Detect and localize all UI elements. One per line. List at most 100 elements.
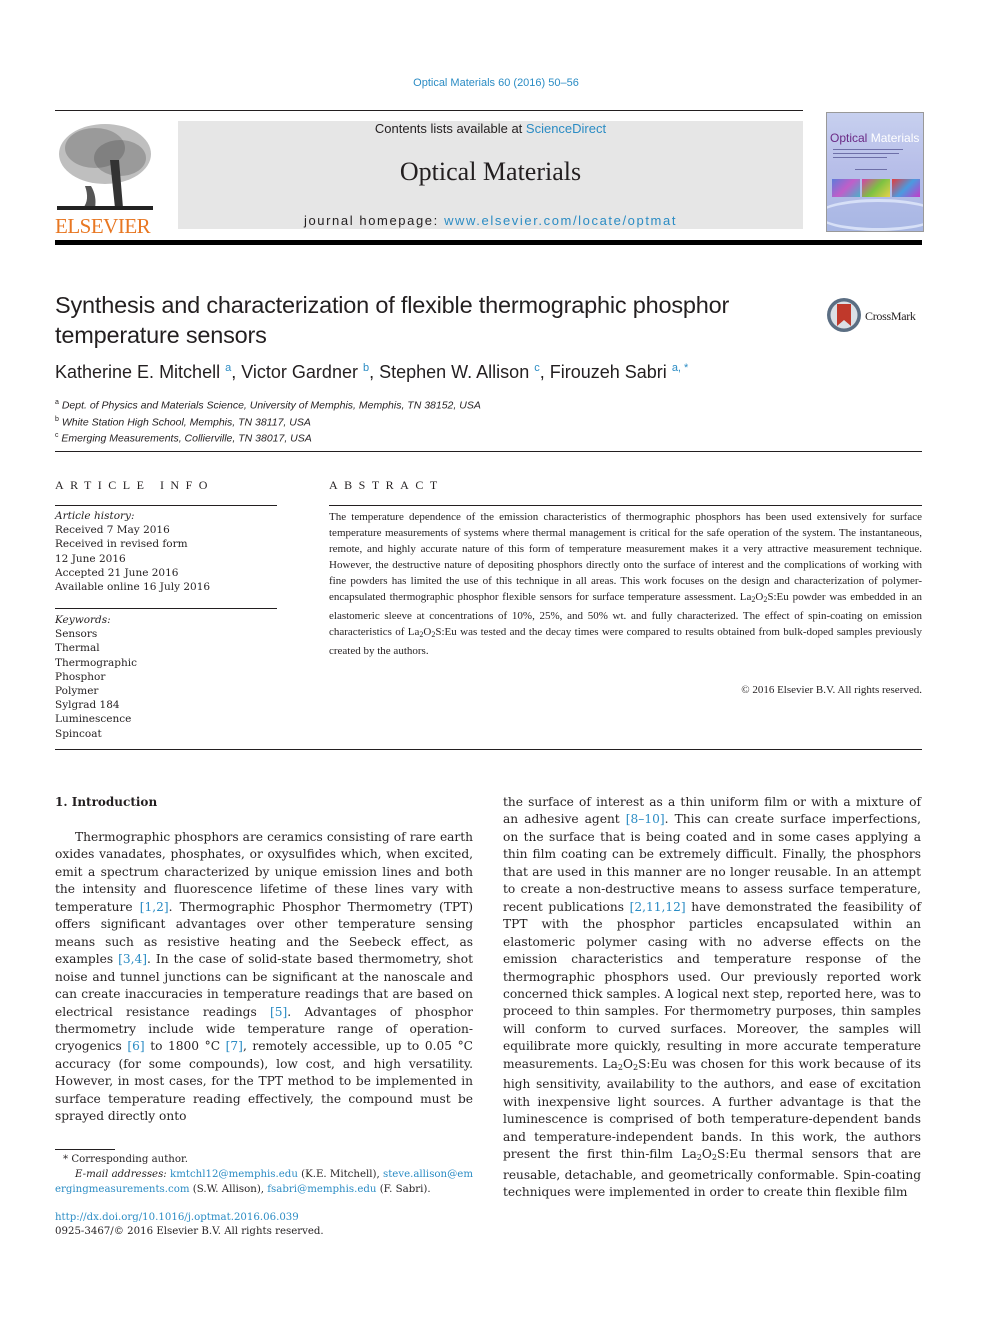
crossmark-button[interactable]: CrossMark: [825, 296, 925, 336]
section-rule: [55, 451, 922, 452]
author-name[interactable]: Victor Gardner: [241, 362, 358, 382]
body-text: was chosen for this work because of its …: [503, 1056, 921, 1162]
journal-masthead: Contents lists available at ScienceDirec…: [178, 121, 803, 229]
affiliation-mark: a: [55, 399, 59, 406]
chemical-formula: La2O2S:Eu: [681, 1147, 747, 1163]
citation-link[interactable]: [6]: [127, 1039, 144, 1053]
header-thick-rule: [55, 240, 922, 245]
author-separator: ,: [369, 362, 380, 382]
author-separator: ,: [539, 362, 550, 382]
author-separator: ,: [231, 362, 242, 382]
cover-text-line: [855, 169, 887, 170]
journal-cover-image[interactable]: Optical Materials: [826, 112, 924, 232]
body-column-left: Thermographic phosphors are ceramics con…: [55, 829, 473, 1126]
citation-link[interactable]: [7]: [226, 1039, 243, 1053]
journal-title: Optical Materials: [399, 157, 582, 186]
affiliation-text: Emerging Measurements, Collierville, TN …: [61, 432, 312, 445]
cover-title-word-1: Optical: [830, 131, 868, 145]
citation-link[interactable]: [5]: [270, 1005, 287, 1019]
formula-part: La: [681, 1147, 697, 1162]
author-list: Katherine E. Mitchell a, Victor Gardner …: [55, 362, 688, 383]
author-name[interactable]: Stephen W. Allison: [379, 362, 529, 382]
formula-part: La: [739, 591, 752, 603]
abstract-heading: ABSTRACT: [329, 478, 444, 492]
affiliation-mark[interactable]: a, *: [672, 362, 689, 374]
formula-part: S:Eu: [638, 1056, 668, 1071]
citation-link[interactable]: [8–10]: [626, 812, 665, 826]
elsevier-wordmark: ELSEVIER: [55, 214, 151, 238]
contents-line: Contents lists available at ScienceDirec…: [178, 121, 803, 136]
abstract-text: The temperature dependence of the emissi…: [329, 511, 922, 603]
cover-swirl: [827, 199, 923, 231]
section-rule: [55, 749, 922, 750]
sciencedirect-link[interactable]: ScienceDirect: [526, 121, 606, 136]
body-column-right: the surface of interest as a thin unifor…: [503, 794, 921, 1201]
crossmark-label: CrossMark: [865, 309, 916, 323]
formula-part: S:Eu: [435, 626, 457, 638]
email-label: E-mail addresses:: [75, 1169, 167, 1180]
affiliation-mark: b: [55, 415, 59, 423]
body-text: have demonstrated the feasibility of TPT…: [503, 899, 921, 1071]
body-text: to 1800 °C: [144, 1039, 226, 1054]
keyword: Luminescence: [55, 713, 132, 726]
citation-link[interactable]: [2,11,12]: [630, 900, 686, 914]
citation-link[interactable]: [1,2]: [140, 900, 169, 914]
formula-part: S:Eu: [767, 591, 789, 603]
chemical-formula: La2O2S:Eu: [602, 1056, 668, 1072]
email-owner: (K.E. Mitchell),: [297, 1169, 383, 1180]
email-owner: (F. Sabri).: [376, 1184, 431, 1195]
header-rule: [55, 110, 803, 111]
history-item: Accepted 21 June 2016: [55, 566, 179, 579]
author-name[interactable]: Katherine E. Mitchell: [55, 362, 220, 382]
body-text: . This can create surface imperfections,…: [503, 812, 921, 914]
affiliations: a Dept. of Physics and Materials Science…: [55, 396, 481, 446]
formula-part: O: [622, 1056, 633, 1071]
cover-photo: [862, 179, 890, 197]
cover-photo: [892, 179, 920, 197]
chemical-formula: La2O2S:Eu: [407, 626, 457, 639]
crossmark-icon: [827, 298, 861, 332]
formula-part: La: [407, 626, 420, 638]
cover-photo: [832, 179, 860, 197]
history-label: Article history:: [55, 510, 135, 522]
journal-homepage-link[interactable]: www.elsevier.com/locate/optmat: [444, 213, 677, 228]
keyword: Sylgrad 184: [55, 699, 120, 712]
journal-citation-link[interactable]: Optical Materials 60 (2016) 50–56: [0, 77, 992, 89]
homepage-line: journal homepage: www.elsevier.com/locat…: [178, 213, 803, 228]
cover-text-line: [833, 157, 887, 158]
email-link[interactable]: fsabri@memphis.edu: [267, 1184, 376, 1195]
affiliation-item: b White Station High School, Memphis, TN…: [55, 413, 481, 430]
history-item: Available online 16 July 2016: [55, 581, 211, 594]
affiliation-item: c Emerging Measurements, Collierville, T…: [55, 429, 481, 446]
cover-title-word-2: Materials: [870, 131, 920, 145]
author-name[interactable]: Firouzeh Sabri: [550, 362, 667, 382]
keywords: Keywords: Sensors Thermal Thermographic …: [55, 613, 137, 741]
doi-link[interactable]: http://dx.doi.org/10.1016/j.optmat.2016.…: [55, 1212, 299, 1223]
cover-title: Optical Materials: [830, 131, 919, 145]
affiliation-text: White Station High School, Memphis, TN 3…: [61, 416, 311, 428]
email-note: E-mail addresses: kmtchl12@memphis.edu (…: [55, 1167, 473, 1197]
footnotes: * Corresponding author. E-mail addresses…: [55, 1152, 473, 1197]
cover-text-line: [833, 149, 903, 150]
affiliation-text: Dept. of Physics and Materials Science, …: [61, 399, 481, 412]
affiliation-mark: c: [55, 432, 59, 439]
history-item: Received in revised form: [55, 538, 188, 551]
corresponding-author-note: * Corresponding author.: [63, 1154, 188, 1165]
keyword: Spincoat: [55, 727, 102, 740]
formula-part: S:Eu: [716, 1147, 747, 1162]
article-info-heading: ARTICLE INFO: [55, 478, 214, 492]
keyword: Thermal: [55, 642, 100, 655]
keyword: Phosphor: [55, 670, 106, 683]
issn-copyright: 0925-3467/© 2016 Elsevier B.V. All right…: [55, 1226, 324, 1237]
homepage-prefix: journal homepage:: [303, 213, 445, 228]
cover-text-line: [833, 153, 899, 154]
section-rule: [55, 608, 277, 609]
chemical-formula: La2O2S:Eu: [739, 591, 789, 604]
affiliation-item: a Dept. of Physics and Materials Science…: [55, 396, 481, 413]
elsevier-logo[interactable]: ELSEVIER: [55, 120, 155, 237]
contents-prefix: Contents lists available at: [374, 121, 526, 136]
citation-link[interactable]: [3,4]: [118, 952, 147, 966]
history-item: 12 June 2016: [55, 552, 126, 565]
footnote-rule: [55, 1149, 115, 1150]
email-link[interactable]: kmtchl12@memphis.edu: [170, 1169, 298, 1180]
